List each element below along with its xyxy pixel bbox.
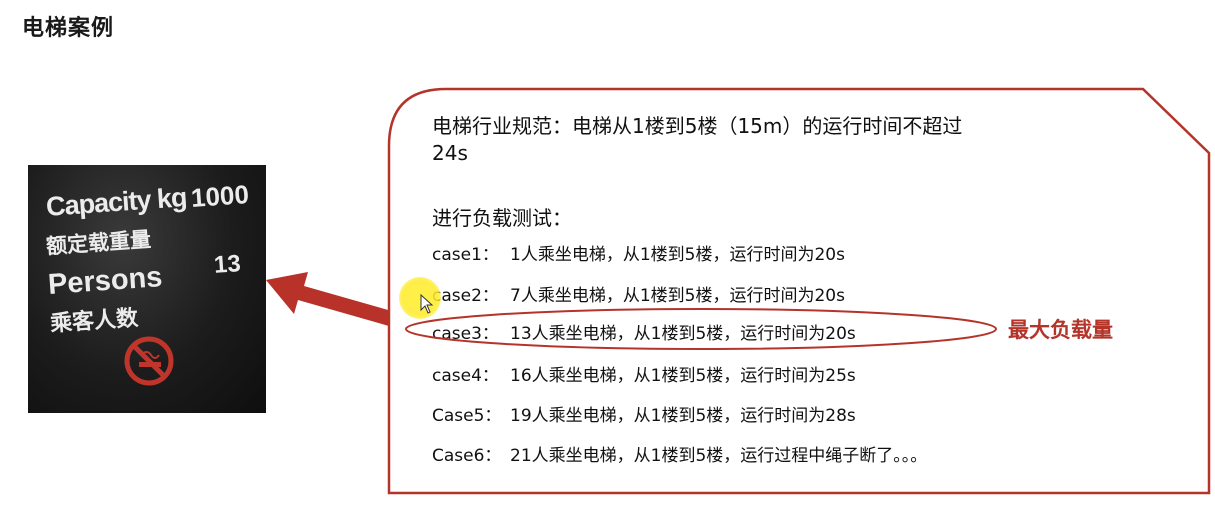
case3-highlight-ellipse (405, 308, 997, 350)
standard-text-line2: 24s (432, 141, 468, 165)
persons-value: 13 (213, 250, 242, 279)
case-text: 1人乘坐电梯，从1楼到5楼，运行时间为20s (510, 245, 845, 265)
max-load-annotation: 最大负载量 (1008, 318, 1113, 342)
capacity-cn-label: 额定载重量 (45, 228, 152, 259)
case-text: 16人乘坐电梯，从1楼到5楼，运行时间为25s (510, 366, 856, 386)
case-label: Case6： (432, 446, 502, 466)
mouse-pointer-icon (420, 294, 434, 314)
no-smoking-icon (124, 336, 174, 386)
list-item-case5: Case5： 19人乘坐电梯，从1楼到5楼，运行时间为28s (432, 401, 856, 426)
page-title: 电梯案例 (22, 16, 115, 41)
list-item-case1: case1： 1人乘坐电梯，从1楼到5楼，运行时间为20s (432, 240, 845, 265)
case-label: case2： (432, 286, 499, 306)
persons-label: Persons (46, 261, 164, 301)
case-label: case4： (432, 366, 499, 386)
pointer-arrow (266, 272, 402, 328)
case-label: Case5： (432, 406, 502, 426)
case-text: 7人乘坐电梯，从1楼到5楼，运行时间为20s (510, 286, 845, 306)
elevator-capacity-sign-photo: Capacity kg 1000 额定载重量 Persons 13 乘客人数 (28, 165, 266, 413)
persons-cn-label: 乘客人数 (49, 304, 139, 337)
list-item-case4: case4： 16人乘坐电梯，从1楼到5楼，运行时间为25s (432, 361, 856, 386)
case-text: 21人乘坐电梯，从1楼到5楼，运行过程中绳子断了。。。 (510, 446, 928, 466)
load-test-heading: 进行负载测试： (432, 206, 572, 230)
capacity-label: Capacity kg (45, 182, 188, 222)
case-text: 19人乘坐电梯，从1楼到5楼，运行时间为28s (510, 406, 856, 426)
list-item-case2: case2： 7人乘坐电梯，从1楼到5楼，运行时间为20s (432, 281, 845, 306)
capacity-value: 1000 (189, 179, 250, 213)
list-item-case6: Case6： 21人乘坐电梯，从1楼到5楼，运行过程中绳子断了。。。 (432, 441, 927, 466)
case-label: case1： (432, 245, 499, 265)
standard-text-line1: 电梯行业规范：电梯从1楼到5楼（15m）的运行时间不超过 (432, 114, 963, 138)
